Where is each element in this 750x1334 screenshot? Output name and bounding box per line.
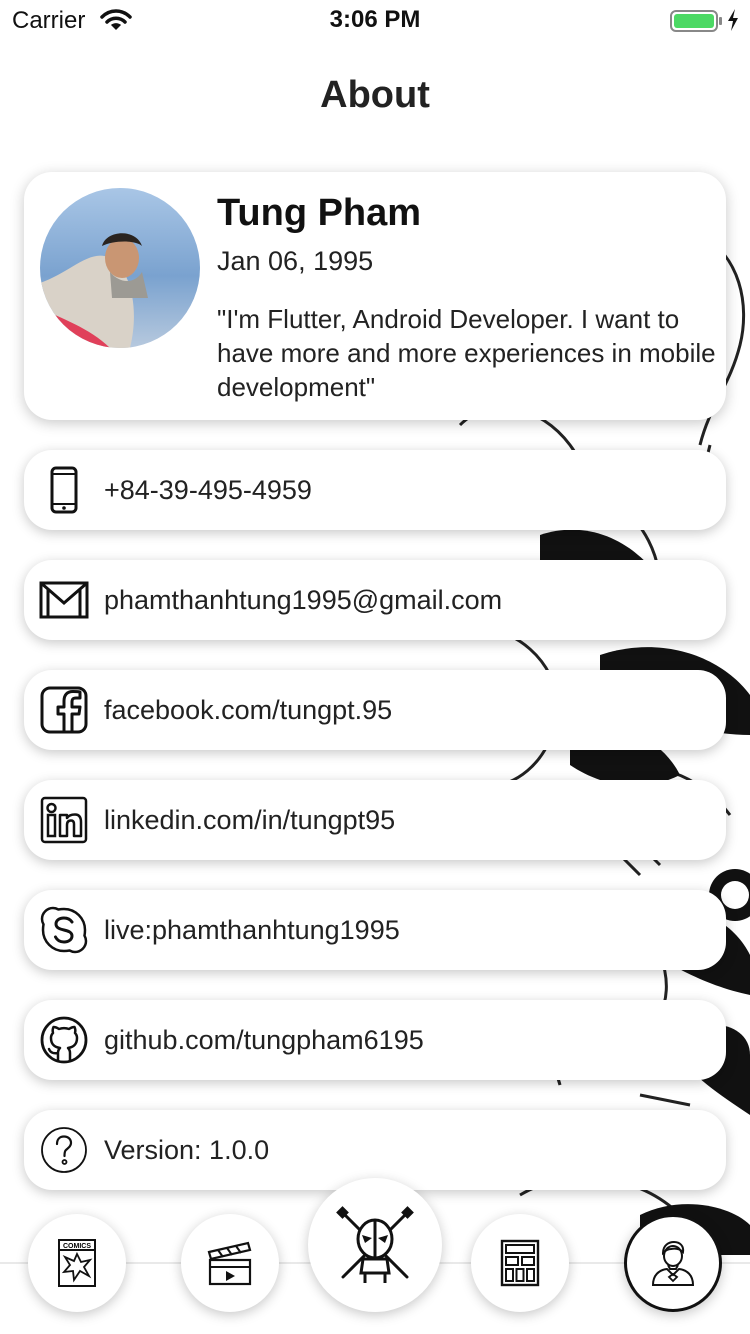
phone-row[interactable]: +84-39-495-4959 bbox=[24, 450, 726, 530]
help-icon bbox=[38, 1124, 90, 1176]
skype-label: live:phamthanhtung1995 bbox=[104, 915, 400, 945]
nav-heroes-button[interactable] bbox=[308, 1178, 442, 1312]
superhero-icon bbox=[651, 1240, 695, 1286]
nav-layout-button[interactable] bbox=[471, 1214, 569, 1312]
mail-icon bbox=[38, 574, 90, 626]
facebook-row[interactable]: facebook.com/tungpt.95 bbox=[24, 670, 726, 750]
profile-quote: "I'm Flutter, Android Developer. I want … bbox=[217, 304, 716, 402]
clock-time: 3:06 PM bbox=[329, 6, 421, 33]
github-icon bbox=[38, 1014, 90, 1066]
email-row[interactable]: phamthanhtung1995@gmail.com bbox=[24, 560, 726, 640]
grid-layout-icon bbox=[500, 1239, 540, 1287]
clapperboard-icon bbox=[207, 1241, 252, 1286]
skype-icon bbox=[38, 904, 90, 956]
page-title: About bbox=[320, 74, 430, 116]
linkedin-icon bbox=[38, 794, 90, 846]
battery-icon bbox=[670, 9, 724, 38]
deadpool-icon bbox=[336, 1206, 414, 1283]
comics-book-icon: COMICS bbox=[58, 1239, 96, 1287]
charging-bolt-icon bbox=[727, 9, 739, 36]
linkedin-row[interactable]: linkedin.com/in/tungpt95 bbox=[24, 780, 726, 860]
bottom-navigation: COMICS bbox=[0, 1178, 750, 1334]
github-label: github.com/tungpham6195 bbox=[104, 1025, 424, 1055]
profile-birthdate: Jan 06, 1995 bbox=[217, 246, 374, 276]
nav-about-button[interactable] bbox=[624, 1214, 722, 1312]
version-label: Version: 1.0.0 bbox=[104, 1135, 270, 1165]
status-bar: Carrier 3:06 PM bbox=[0, 0, 750, 40]
skype-row[interactable]: live:phamthanhtung1995 bbox=[24, 890, 726, 970]
avatar bbox=[40, 188, 200, 348]
github-row[interactable]: github.com/tungpham6195 bbox=[24, 1000, 726, 1080]
nav-movies-button[interactable] bbox=[181, 1214, 279, 1312]
facebook-label: facebook.com/tungpt.95 bbox=[104, 695, 393, 725]
comics-cover-label: COMICS bbox=[63, 1243, 91, 1250]
nav-comics-button[interactable]: COMICS bbox=[28, 1214, 126, 1312]
facebook-icon bbox=[38, 684, 90, 736]
phone-icon bbox=[38, 464, 90, 516]
profile-name: Tung Pham bbox=[217, 192, 422, 234]
email-label: phamthanhtung1995@gmail.com bbox=[104, 585, 503, 615]
linkedin-label: linkedin.com/in/tungpt95 bbox=[104, 805, 396, 835]
phone-label: +84-39-495-4959 bbox=[104, 475, 312, 505]
profile-card: Tung Pham Jan 06, 1995 "I'm Flutter, And… bbox=[24, 172, 726, 420]
